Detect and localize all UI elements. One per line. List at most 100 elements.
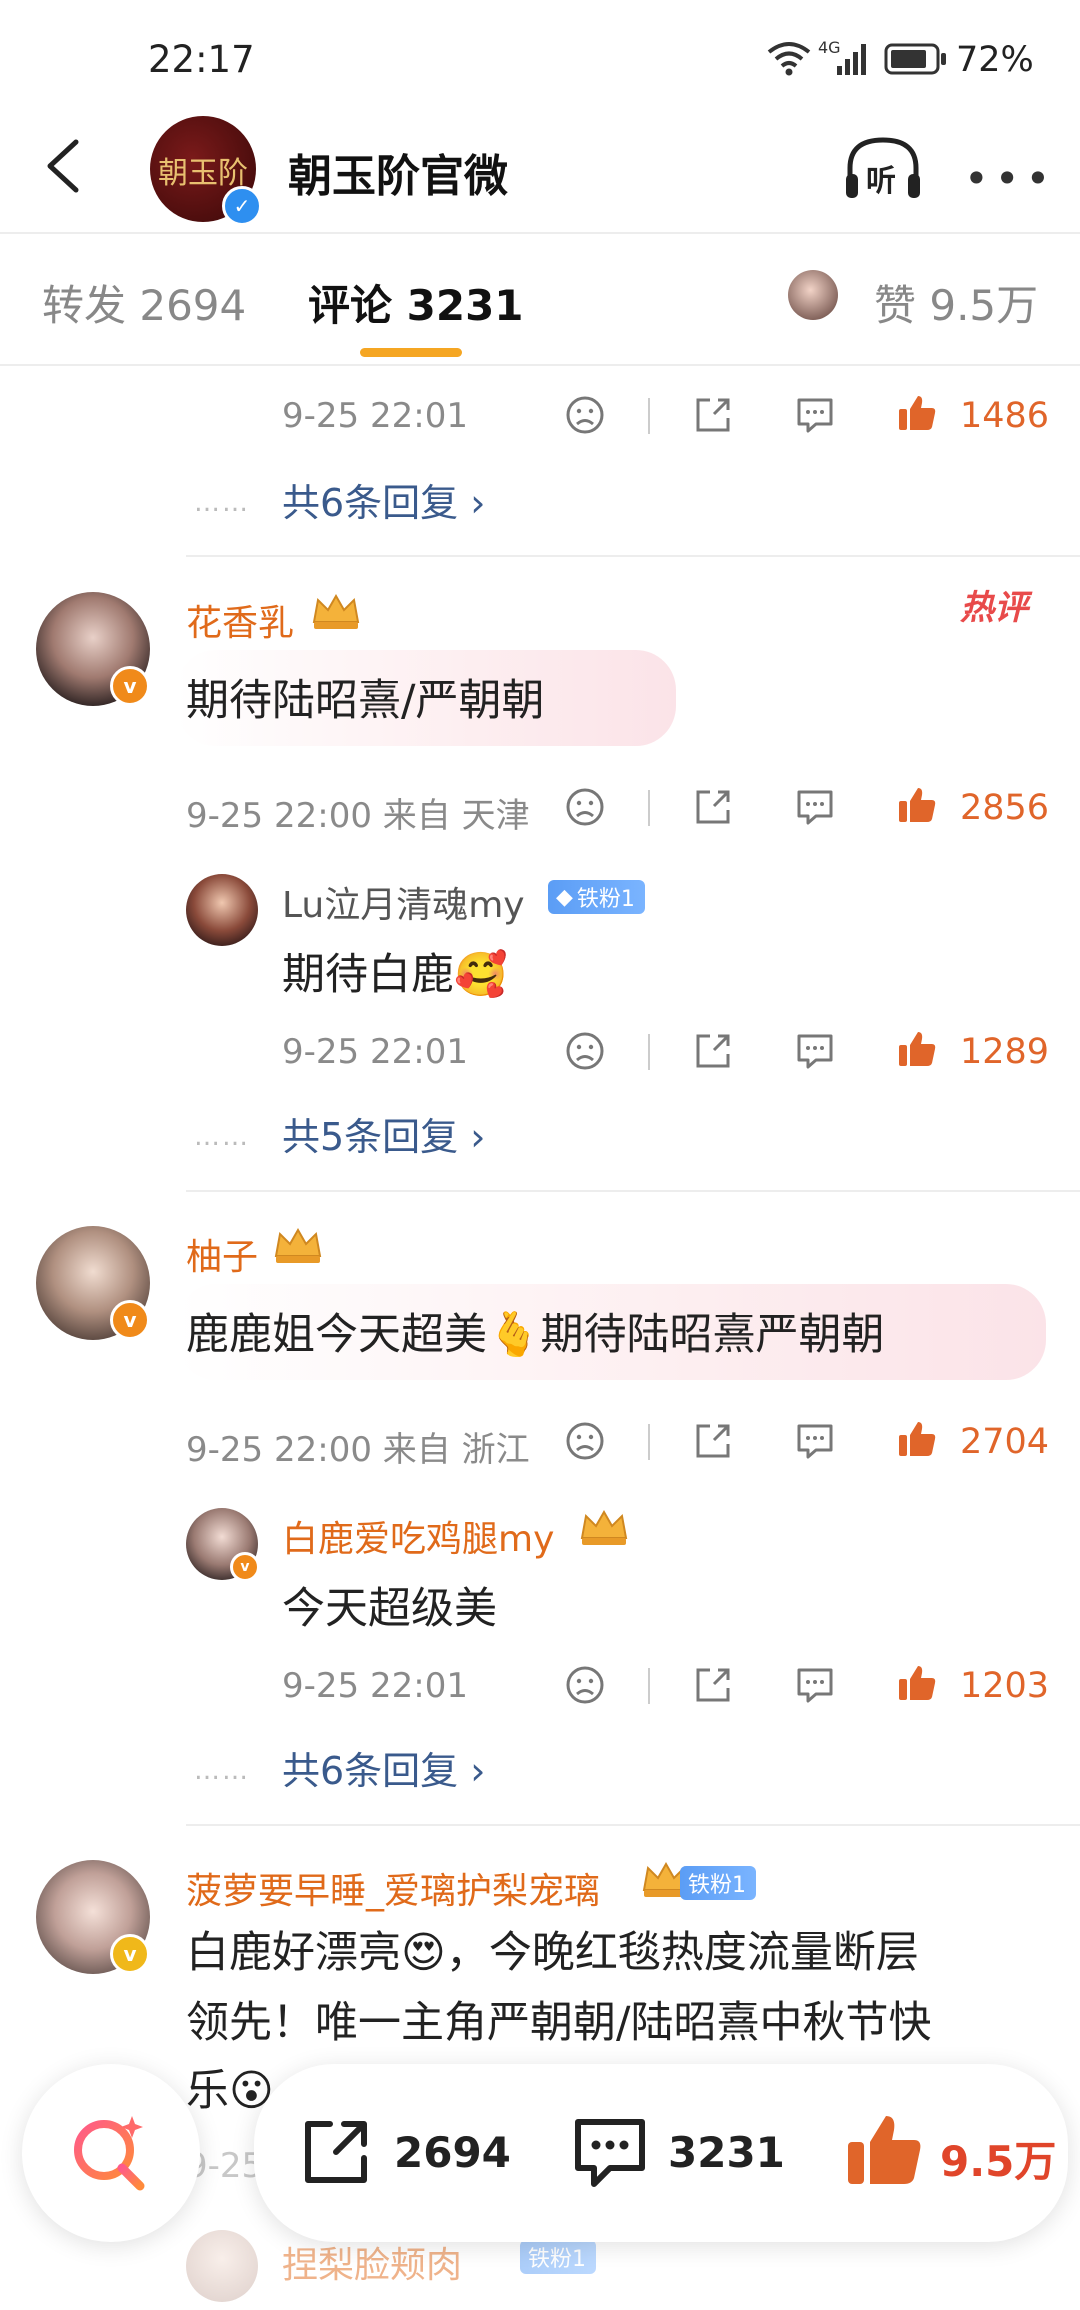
action-divider <box>648 1424 650 1460</box>
dislike-face-icon[interactable] <box>564 1664 606 1706</box>
comment-text-line: 领先！唯一主角严朝朝/陆昭熹中秋节快 <box>186 1998 932 2048</box>
like-thumb-icon[interactable] <box>842 2108 926 2192</box>
tab-like[interactable]: 赞 9.5万 <box>874 272 1038 333</box>
like-thumb-icon[interactable] <box>896 1418 938 1460</box>
reply-text: 期待白鹿🥰 <box>282 950 508 1000</box>
comment-icon[interactable] <box>794 786 836 828</box>
fan-badge-label: 铁粉1 <box>528 2247 586 2272</box>
avatar[interactable] <box>186 874 258 946</box>
wifi-icon <box>767 42 811 76</box>
like-count[interactable]: 2856 <box>960 788 1049 828</box>
dislike-face-icon[interactable] <box>564 394 606 436</box>
verified-badge-icon: v <box>110 1300 150 1340</box>
search-sparkle-icon <box>74 2116 145 2191</box>
share-icon[interactable] <box>692 1030 734 1072</box>
like-count[interactable]: 1289 <box>960 1032 1049 1072</box>
comment-count[interactable]: 3231 <box>668 2128 785 2177</box>
tabs-divider <box>0 364 1080 366</box>
reply-text: 今天超级美 <box>282 1584 497 1634</box>
reply-timestamp: 9-25 22:01 <box>282 1032 468 1072</box>
comment-icon[interactable] <box>570 2114 650 2192</box>
more-options-icon[interactable]: ••• <box>964 154 1056 203</box>
tab-repost[interactable]: 转发 2694 <box>42 272 246 333</box>
crown-badge-icon <box>274 1227 322 1263</box>
comment-divider <box>186 1824 1080 1826</box>
reply-username[interactable]: Lu泣月清魂my <box>282 876 525 928</box>
share-icon[interactable] <box>692 786 734 828</box>
hot-comment-badge: 热评 <box>960 588 1028 628</box>
listen-button[interactable]: 听 <box>842 134 924 204</box>
comment-text: 期待陆昭熹/严朝朝 <box>186 676 545 726</box>
comment-text-line: 乐😮 <box>186 2066 274 2116</box>
fan-badge-label: 铁粉1 <box>688 1873 746 1898</box>
comment-icon[interactable] <box>794 394 836 436</box>
back-arrow-icon[interactable] <box>40 136 86 196</box>
reply-timestamp: 9-25 22:01 <box>282 396 468 436</box>
battery-percent: 72% <box>956 40 1034 80</box>
comment-meta: 9-25 22:00 来自 天津 <box>186 796 530 836</box>
repost-icon[interactable] <box>298 2114 374 2190</box>
like-thumb-icon[interactable] <box>896 392 938 434</box>
comment-meta: 9-25 22:00 来自 浙江 <box>186 1430 530 1470</box>
dislike-face-icon[interactable] <box>564 786 606 828</box>
dislike-face-icon[interactable] <box>564 1030 606 1072</box>
crown-badge-icon <box>312 593 360 629</box>
reply-username[interactable]: 白鹿爱吃鸡腿my <box>282 1510 554 1562</box>
fan-badge-label: 铁粉1 <box>576 887 635 912</box>
like-count[interactable]: 1203 <box>960 1666 1049 1706</box>
verified-badge-icon: v <box>110 1934 150 1974</box>
crown-badge-icon <box>580 1509 628 1545</box>
bottom-action-bar: 2694 3231 9.5万 <box>254 2064 1068 2242</box>
verified-badge-icon: v <box>230 1552 260 1582</box>
like-count[interactable]: 1486 <box>960 396 1049 436</box>
dislike-face-icon[interactable] <box>564 1420 606 1462</box>
like-thumb-icon[interactable] <box>896 784 938 826</box>
liker-avatar <box>788 270 838 320</box>
search-button[interactable] <box>22 2064 200 2242</box>
comment-text-line: 白鹿好漂亮😍，今晚红毯热度流量断层 <box>186 1928 919 1978</box>
like-thumb-icon[interactable] <box>896 1028 938 1070</box>
header-divider <box>0 232 1080 234</box>
fan-badge: ◆ 铁粉1 <box>548 880 645 914</box>
comment-icon[interactable] <box>794 1664 836 1706</box>
view-replies-link[interactable]: 共6条回复 › <box>282 472 485 527</box>
tab-active-indicator <box>360 348 462 357</box>
like-count[interactable]: 2704 <box>960 1422 1049 1462</box>
like-thumb-icon[interactable] <box>896 1662 938 1704</box>
comment-username[interactable]: 柚子 <box>186 1228 258 1280</box>
comment-icon[interactable] <box>794 1030 836 1072</box>
comment-divider <box>186 555 1080 557</box>
page-title: 朝玉阶官微 <box>288 151 508 202</box>
repost-count[interactable]: 2694 <box>394 2128 511 2177</box>
action-divider <box>648 1668 650 1704</box>
view-replies-link[interactable]: 共6条回复 › <box>282 1740 485 1795</box>
fan-badge: 铁粉1 <box>680 1866 756 1900</box>
action-divider <box>648 1034 650 1070</box>
comment-username[interactable]: 菠萝要早睡_爱璃护梨宠璃 <box>186 1862 600 1914</box>
action-divider <box>648 398 650 434</box>
avatar[interactable] <box>186 2230 258 2302</box>
verified-badge-icon: v <box>110 666 150 706</box>
share-icon[interactable] <box>692 1420 734 1462</box>
action-divider <box>648 790 650 826</box>
comment-text: 鹿鹿姐今天超美🫰期待陆昭熹严朝朝 <box>186 1310 885 1360</box>
reply-timestamp: 9-25 22:01 <box>282 1666 468 1706</box>
reply-dots: …… <box>194 1122 250 1152</box>
listen-label: 听 <box>866 164 896 199</box>
reply-dots: …… <box>194 488 250 518</box>
clock: 22:17 <box>148 38 255 81</box>
share-icon[interactable] <box>692 1664 734 1706</box>
account-avatar[interactable]: 朝玉阶 ✓ <box>150 116 262 226</box>
verified-badge-icon: ✓ <box>222 186 262 226</box>
view-replies-link[interactable]: 共5条回复 › <box>282 1106 485 1161</box>
diamond-icon: ◆ <box>556 884 573 910</box>
like-count[interactable]: 9.5万 <box>940 2128 1056 2189</box>
tab-comment[interactable]: 评论 3231 <box>308 272 524 333</box>
signal-icon <box>837 44 866 75</box>
reply-dots: …… <box>194 1756 250 1786</box>
reply-username[interactable]: 捏梨脸颊肉 <box>282 2236 462 2288</box>
share-icon[interactable] <box>692 394 734 436</box>
comment-username[interactable]: 花香乳 <box>186 594 294 646</box>
battery-icon <box>884 43 946 75</box>
comment-icon[interactable] <box>794 1420 836 1462</box>
